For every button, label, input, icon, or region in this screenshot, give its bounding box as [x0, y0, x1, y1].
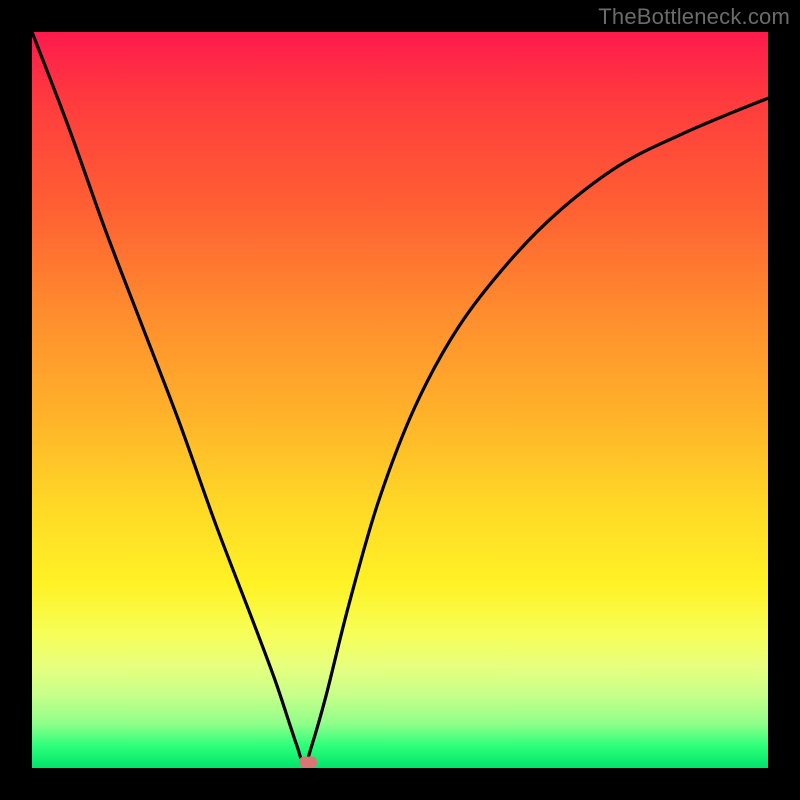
watermark-text: TheBottleneck.com: [598, 4, 790, 30]
chart-frame: TheBottleneck.com: [0, 0, 800, 800]
plot-area: [32, 32, 768, 768]
optimal-point-marker: [299, 757, 317, 768]
bottleneck-curve: [32, 32, 768, 768]
